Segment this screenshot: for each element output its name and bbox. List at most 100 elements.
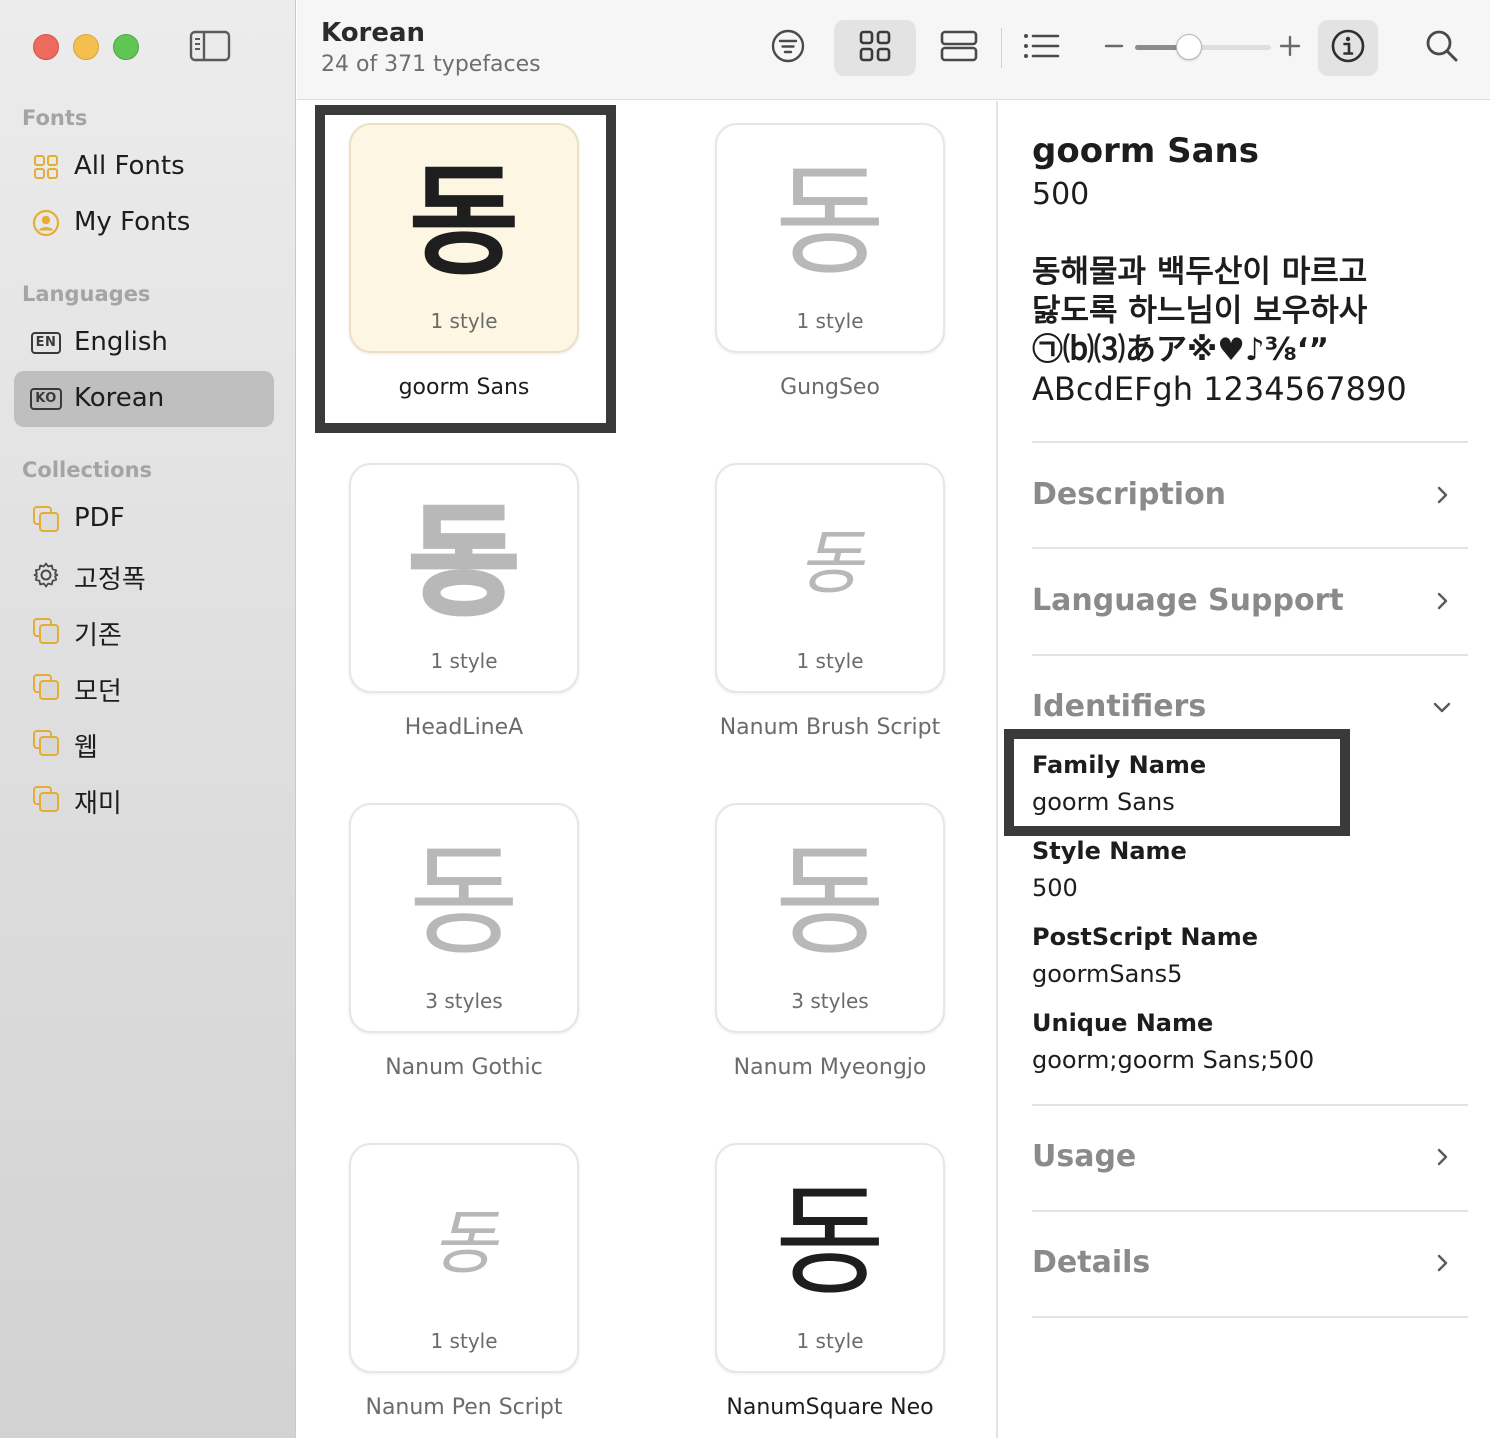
gear-icon bbox=[30, 561, 62, 589]
search-button[interactable] bbox=[1417, 20, 1467, 76]
plus-icon bbox=[1279, 35, 1301, 61]
font-preview-card[interactable]: 동 1 style bbox=[715, 1143, 945, 1373]
style-count: 1 style bbox=[796, 1329, 864, 1353]
chevron-right-icon bbox=[1430, 483, 1454, 507]
sidebar-item-label: All Fonts bbox=[74, 151, 185, 181]
unique-name-label: Unique Name bbox=[1032, 1009, 1214, 1037]
font-preview-glyph: 동 bbox=[431, 1202, 497, 1284]
chevron-right-icon bbox=[1430, 589, 1454, 613]
style-count: 3 styles bbox=[425, 989, 503, 1013]
divider bbox=[1032, 1316, 1468, 1318]
zoom-slider[interactable] bbox=[1135, 45, 1271, 50]
postscript-name-label: PostScript Name bbox=[1032, 923, 1258, 951]
divider bbox=[1032, 1210, 1468, 1212]
sidebar-toggle-icon[interactable] bbox=[188, 28, 232, 64]
collection-icon bbox=[30, 785, 62, 813]
collection-icon bbox=[30, 617, 62, 645]
font-name-label: Nanum Brush Script bbox=[719, 715, 941, 740]
style-count: 1 style bbox=[796, 309, 864, 333]
sidebar-item-label: 웹 bbox=[74, 733, 98, 763]
sidebar-item-label: 고정폭 bbox=[74, 565, 146, 595]
font-name-label: HeadLineA bbox=[404, 715, 524, 740]
detail-font-title: goorm Sans bbox=[1032, 131, 1259, 171]
sidebar-item-modern[interactable]: 모던 bbox=[14, 659, 274, 715]
minimize-window-button[interactable] bbox=[73, 34, 99, 60]
close-window-button[interactable] bbox=[33, 34, 59, 60]
usage-section-header[interactable]: Usage bbox=[1032, 1139, 1468, 1179]
style-count: 1 style bbox=[796, 649, 864, 673]
section-header-languages: Languages bbox=[22, 282, 151, 306]
font-preview-card[interactable]: 동 1 style bbox=[349, 463, 579, 693]
collection-icon bbox=[30, 673, 62, 701]
collection-icon bbox=[30, 505, 62, 533]
info-button[interactable] bbox=[1318, 20, 1378, 76]
chevron-down-icon bbox=[1430, 695, 1454, 719]
sidebar-item-label: 모던 bbox=[74, 677, 122, 707]
sidebar-item-all-fonts[interactable]: All Fonts bbox=[14, 139, 274, 195]
divider bbox=[1032, 1104, 1468, 1106]
sample-line: 동해물과 백두산이 마르고 bbox=[1032, 254, 1368, 290]
sidebar-item-classic[interactable]: 기존 bbox=[14, 603, 274, 659]
identifiers-section-header[interactable]: Identifiers bbox=[1032, 689, 1468, 729]
language-support-section-header[interactable]: Language Support bbox=[1032, 583, 1468, 623]
description-section-header[interactable]: Description bbox=[1032, 477, 1468, 517]
zoom-in-button[interactable] bbox=[1277, 20, 1303, 76]
sidebar-item-my-fonts[interactable]: My Fonts bbox=[14, 195, 274, 251]
sample-line: ㉠⒝⑶あア※♥♪⅜‘” bbox=[1032, 332, 1329, 368]
strip-view-icon bbox=[939, 29, 979, 67]
grid-view-icon bbox=[858, 29, 892, 67]
strip-view-button[interactable] bbox=[931, 20, 987, 76]
zoom-slider-knob[interactable] bbox=[1176, 34, 1202, 60]
sidebar-item-web[interactable]: 웹 bbox=[14, 715, 274, 771]
list-view-button[interactable] bbox=[1017, 20, 1067, 76]
sidebar-item-label: My Fonts bbox=[74, 207, 191, 237]
style-name-value: 500 bbox=[1032, 874, 1078, 902]
font-preview-glyph: 동 bbox=[774, 153, 886, 292]
font-grid: 동 1 style goorm Sans 동 1 style GungSeo 동… bbox=[297, 101, 996, 1438]
font-preview-glyph: 동 bbox=[408, 833, 520, 972]
info-icon bbox=[1330, 28, 1366, 68]
font-preview-glyph: 동 bbox=[774, 833, 886, 972]
unique-name-value: goorm;goorm Sans;500 bbox=[1032, 1046, 1315, 1074]
font-preview-glyph: 동 bbox=[774, 1173, 886, 1312]
font-info-pane: goorm Sans 500 동해물과 백두산이 마르고 닳도록 하느님이 보우… bbox=[996, 101, 1490, 1438]
grid-view-button[interactable] bbox=[834, 20, 916, 76]
family-name-highlight bbox=[1004, 729, 1350, 836]
divider bbox=[1032, 547, 1468, 549]
font-preview-card[interactable]: 동 3 styles bbox=[349, 803, 579, 1033]
minus-icon bbox=[1104, 36, 1124, 60]
zoom-out-button[interactable] bbox=[1101, 20, 1127, 76]
zoom-window-button[interactable] bbox=[113, 34, 139, 60]
chevron-right-icon bbox=[1430, 1251, 1454, 1275]
style-count: 1 style bbox=[430, 649, 498, 673]
details-section-header[interactable]: Details bbox=[1032, 1245, 1468, 1285]
sample-line: ABcdEFgh 1234567890 bbox=[1032, 370, 1407, 408]
sample-line: 닳도록 하느님이 보우하사 bbox=[1032, 293, 1368, 329]
list-view-icon bbox=[1022, 31, 1062, 65]
person-circle-icon bbox=[30, 209, 62, 237]
filter-button[interactable] bbox=[763, 20, 813, 76]
sidebar-item-english[interactable]: EN English bbox=[14, 315, 274, 371]
font-preview-card[interactable]: 동 1 style bbox=[349, 1143, 579, 1373]
sidebar-item-fun[interactable]: 재미 bbox=[14, 771, 274, 827]
font-preview-card[interactable]: 동 1 style bbox=[715, 123, 945, 353]
sidebar-item-label: 기존 bbox=[74, 621, 122, 651]
font-preview-card[interactable]: 동 3 styles bbox=[715, 803, 945, 1033]
section-header-fonts: Fonts bbox=[22, 106, 88, 130]
sidebar-item-label: PDF bbox=[74, 503, 125, 533]
sidebar-item-label: English bbox=[74, 327, 168, 357]
font-preview-glyph: 동 bbox=[407, 491, 521, 634]
sidebar-item-monospace[interactable]: 고정폭 bbox=[14, 547, 274, 603]
style-count: 3 styles bbox=[791, 989, 869, 1013]
style-count: 1 style bbox=[430, 1329, 498, 1353]
font-name-label: Nanum Gothic bbox=[385, 1055, 543, 1080]
font-name-label: Nanum Pen Script bbox=[365, 1395, 563, 1420]
sidebar-item-korean[interactable]: KO Korean bbox=[14, 371, 274, 427]
typeface-count: 24 of 371 typefaces bbox=[321, 52, 541, 77]
sidebar-item-pdf[interactable]: PDF bbox=[14, 491, 274, 547]
font-preview-card[interactable]: 동 1 style bbox=[715, 463, 945, 693]
search-icon bbox=[1424, 28, 1460, 68]
postscript-name-value: goormSans5 bbox=[1032, 960, 1183, 988]
section-header-collections: Collections bbox=[22, 458, 153, 482]
style-name-label: Style Name bbox=[1032, 837, 1187, 865]
